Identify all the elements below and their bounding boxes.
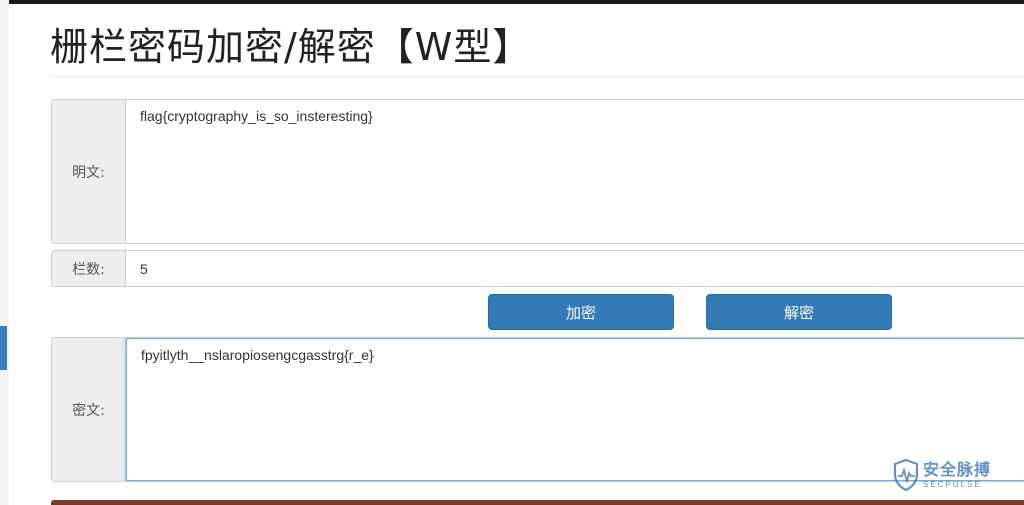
decrypt-button[interactable]: 解密 bbox=[706, 294, 892, 330]
title-divider bbox=[50, 76, 1024, 77]
left-marker bbox=[0, 326, 7, 370]
plaintext-label: 明文: bbox=[52, 100, 126, 243]
ciphertext-label: 密文: bbox=[52, 338, 126, 481]
rails-label: 栏数: bbox=[52, 251, 126, 286]
rails-input[interactable] bbox=[126, 251, 1024, 286]
watermark: 安全脉搏 SECPULSE bbox=[893, 456, 1017, 494]
ciphertext-input[interactable]: fpyitlyth__nslaropiosengcgasstrg{r_e} bbox=[126, 338, 1024, 481]
shield-pulse-icon bbox=[893, 459, 919, 491]
page-title: 栅栏密码加密/解密【W型】 bbox=[50, 25, 532, 69]
watermark-subtitle: SECPULSE bbox=[923, 480, 982, 489]
ciphertext-group: 密文: fpyitlyth__nslaropiosengcgasstrg{r_e… bbox=[51, 337, 1024, 482]
bottom-strip bbox=[51, 500, 1024, 505]
encrypt-button[interactable]: 加密 bbox=[488, 294, 674, 330]
plaintext-group: 明文: flag{cryptography_is_so_insteresting… bbox=[51, 99, 1024, 244]
plaintext-input[interactable]: flag{cryptography_is_so_insteresting} bbox=[126, 100, 1024, 243]
top-bar bbox=[0, 0, 1024, 4]
left-edge bbox=[0, 0, 9, 505]
watermark-name: 安全脉搏 bbox=[923, 460, 992, 479]
rails-group: 栏数: bbox=[51, 250, 1024, 287]
